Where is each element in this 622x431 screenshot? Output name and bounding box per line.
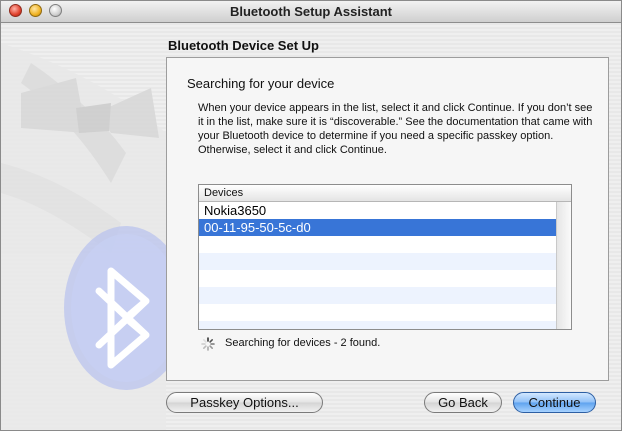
instructions-text: When your device appears in the list, se…: [198, 102, 593, 156]
devices-column-header[interactable]: Devices: [199, 185, 571, 202]
window-title: Bluetooth Setup Assistant: [229, 4, 393, 19]
device-row-selected[interactable]: 00-11-95-50-5c-d0: [199, 219, 556, 236]
empty-row[interactable]: [199, 304, 556, 321]
empty-row[interactable]: [199, 287, 556, 304]
assistant-window: Bluetooth Setup Assistant Bluetooth Devi…: [0, 0, 622, 431]
devices-list[interactable]: Devices Nokia3650 00-11-95-50-5c-d0: [198, 184, 572, 330]
empty-row[interactable]: [199, 236, 556, 253]
title-bar[interactable]: Bluetooth Setup Assistant: [1, 1, 621, 23]
go-back-button[interactable]: Go Back: [424, 392, 502, 413]
device-name: Nokia3650: [204, 203, 267, 218]
page-heading: Searching for your device: [187, 76, 335, 91]
empty-row[interactable]: [199, 321, 556, 329]
continue-button[interactable]: Continue: [513, 392, 596, 413]
passkey-options-button[interactable]: Passkey Options...: [166, 392, 323, 413]
vertical-scrollbar[interactable]: [556, 202, 571, 329]
device-row[interactable]: Nokia3650: [199, 202, 556, 219]
empty-row[interactable]: [199, 253, 556, 270]
empty-row[interactable]: [199, 270, 556, 287]
device-name: 00-11-95-50-5c-d0: [204, 220, 311, 235]
search-status-text: Searching for devices - 2 found.: [225, 337, 381, 349]
spinner-icon: [201, 337, 215, 351]
section-title: Bluetooth Device Set Up: [168, 38, 319, 53]
